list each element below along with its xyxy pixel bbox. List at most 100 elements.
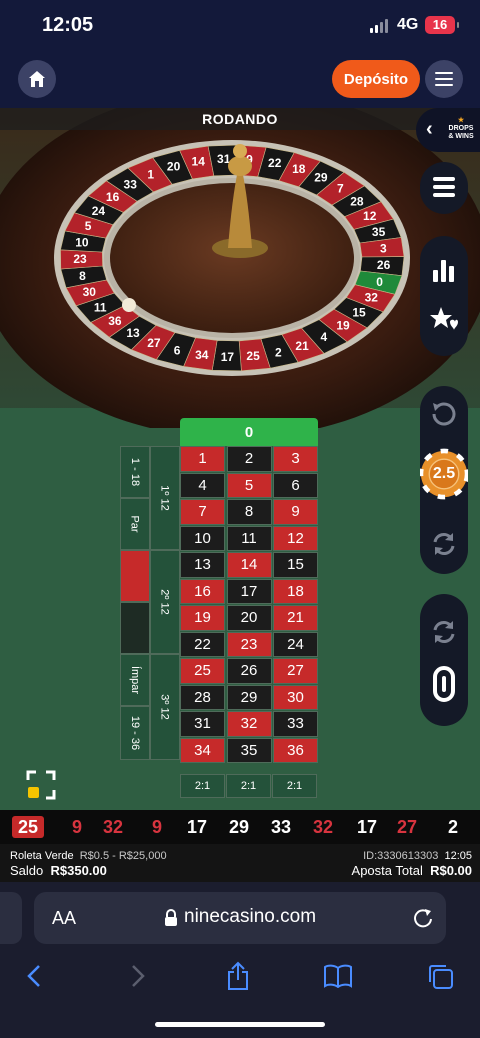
bet-dozen-3[interactable]: 3º 12 (150, 654, 180, 760)
bet-number-31[interactable]: 31 (180, 711, 225, 737)
deposit-button[interactable]: Depósito (332, 60, 420, 98)
bet-number-19[interactable]: 19 (180, 605, 225, 631)
bet-number-26[interactable]: 26 (226, 658, 272, 684)
bet-number-22[interactable]: 22 (180, 631, 225, 657)
roulette-ball (122, 298, 136, 312)
menu-button[interactable] (425, 60, 463, 98)
fullscreen-button[interactable] (26, 770, 56, 800)
battery-icon: 16 (425, 16, 459, 34)
bar-chart-icon (433, 260, 454, 282)
bet-column-1[interactable]: 2:1 (180, 774, 225, 798)
bet-number-8[interactable]: 8 (226, 499, 272, 525)
drops-wins-tab[interactable]: ‹ ★ DROPS & WINS (416, 108, 480, 152)
bet-number-7[interactable]: 7 (180, 499, 225, 525)
menu-lines-button[interactable] (420, 176, 468, 198)
browser-chrome: AA ninecasino.com (0, 882, 480, 1038)
bet-number-14[interactable]: 14 (226, 552, 272, 578)
bet-number-33[interactable]: 33 (273, 711, 318, 737)
bet-number-30[interactable]: 30 (273, 684, 318, 710)
wheel-number: 28 (350, 195, 364, 209)
rebet-button[interactable] (420, 530, 468, 558)
bet-number-28[interactable]: 28 (180, 684, 225, 710)
bet-number-2[interactable]: 2 (226, 446, 272, 472)
info-bar: Roleta Verde R$0.5 - R$25,000 Saldo R$35… (0, 844, 480, 882)
bet-odd-label: Ímpar (129, 665, 141, 695)
hamburger-icon (435, 72, 453, 86)
bet-number-36[interactable]: 36 (273, 737, 318, 763)
racetrack-button[interactable] (420, 666, 468, 702)
page: 12:05 4G 16 Depósito 20 14 31 9 22 18 29… (0, 0, 480, 1038)
chip-selector[interactable]: 2.5 (420, 448, 468, 500)
bet-zero[interactable]: 0 (180, 418, 318, 446)
bet-number-11[interactable]: 11 (226, 525, 272, 551)
previous-tab-preview[interactable] (0, 892, 22, 944)
bet-number-23[interactable]: 23 (226, 631, 272, 657)
bet-number-16[interactable]: 16 (180, 578, 225, 604)
wheel-number: 0 (376, 275, 383, 289)
bet-number-10[interactable]: 10 (180, 525, 225, 551)
bet-red[interactable] (120, 550, 150, 602)
bet-column-2[interactable]: 2:1 (226, 774, 271, 798)
bet-number-27[interactable]: 27 (273, 658, 318, 684)
bet-number-1[interactable]: 1 (180, 446, 225, 472)
bookmarks-button[interactable] (322, 960, 354, 992)
bet-number-15[interactable]: 15 (273, 552, 318, 578)
wheel-number: 36 (108, 314, 122, 328)
signal-icon (370, 19, 390, 33)
undo-button[interactable] (420, 400, 468, 428)
bet-even[interactable]: Par (120, 498, 150, 550)
bet-number-35[interactable]: 35 (226, 737, 272, 763)
bet-number-29[interactable]: 29 (226, 684, 272, 710)
wheel-number: 3 (380, 241, 387, 255)
bet-low[interactable]: 1 - 18 (120, 446, 150, 498)
reader-aa-button[interactable]: AA (52, 908, 76, 929)
bet-number-9[interactable]: 9 (273, 499, 318, 525)
game-name: Roleta Verde (10, 850, 74, 862)
wheel-number: 32 (365, 291, 379, 305)
bet-number-34[interactable]: 34 (180, 737, 225, 763)
statistics-button[interactable] (420, 258, 468, 284)
bet-number-18[interactable]: 18 (273, 578, 318, 604)
bet-black[interactable] (120, 602, 150, 654)
bet-column-3[interactable]: 2:1 (272, 774, 317, 798)
wheel-number: 13 (126, 326, 140, 340)
bet-dozen-2[interactable]: 2º 12 (150, 550, 180, 654)
wheel-number: 21 (295, 339, 309, 353)
bet-number-3[interactable]: 3 (273, 446, 318, 472)
round-info: ID:3330613303 12:05 (363, 850, 472, 862)
reload-icon[interactable] (412, 907, 434, 929)
bet-number-4[interactable]: 4 (180, 472, 225, 498)
bet-number-32[interactable]: 32 (226, 711, 272, 737)
bet-number-5[interactable]: 5 (226, 472, 272, 498)
forward-button[interactable] (122, 960, 154, 992)
bet-number-13[interactable]: 13 (180, 552, 225, 578)
bet-odd[interactable]: Ímpar (120, 654, 150, 706)
wheel-number: 10 (75, 236, 89, 250)
bet-number-6[interactable]: 6 (273, 472, 318, 498)
balance-info: Saldo R$350.00 (10, 863, 107, 878)
bet-dozen-1[interactable]: 1º 12 (150, 446, 180, 550)
bet-number-17[interactable]: 17 (226, 578, 272, 604)
chevron-left-icon (27, 965, 40, 987)
share-button[interactable] (222, 960, 254, 992)
wheel-number: 34 (195, 348, 209, 362)
wheel-number: 26 (377, 258, 391, 272)
favorites-button[interactable] (420, 306, 468, 334)
tabs-icon (429, 965, 453, 989)
bet-number-21[interactable]: 21 (273, 605, 318, 631)
history-result: 17 (356, 817, 378, 837)
roulette-wheel: 20 14 31 9 22 1829728123532603215194212251734… (0, 108, 480, 428)
balance-label: Saldo (10, 863, 44, 878)
bet-high[interactable]: 19 - 36 (120, 706, 150, 760)
bet-number-20[interactable]: 20 (226, 605, 272, 631)
address-bar[interactable]: AA ninecasino.com (34, 892, 446, 944)
wheel-number: 1 (147, 167, 154, 181)
bet-number-24[interactable]: 24 (273, 631, 318, 657)
bet-number-12[interactable]: 12 (273, 525, 318, 551)
back-button[interactable] (18, 960, 50, 992)
autoplay-button[interactable] (420, 618, 468, 646)
bet-number-25[interactable]: 25 (180, 658, 225, 684)
history-result: 32 (312, 817, 334, 837)
home-button[interactable] (18, 60, 56, 98)
tabs-button[interactable] (424, 960, 456, 992)
